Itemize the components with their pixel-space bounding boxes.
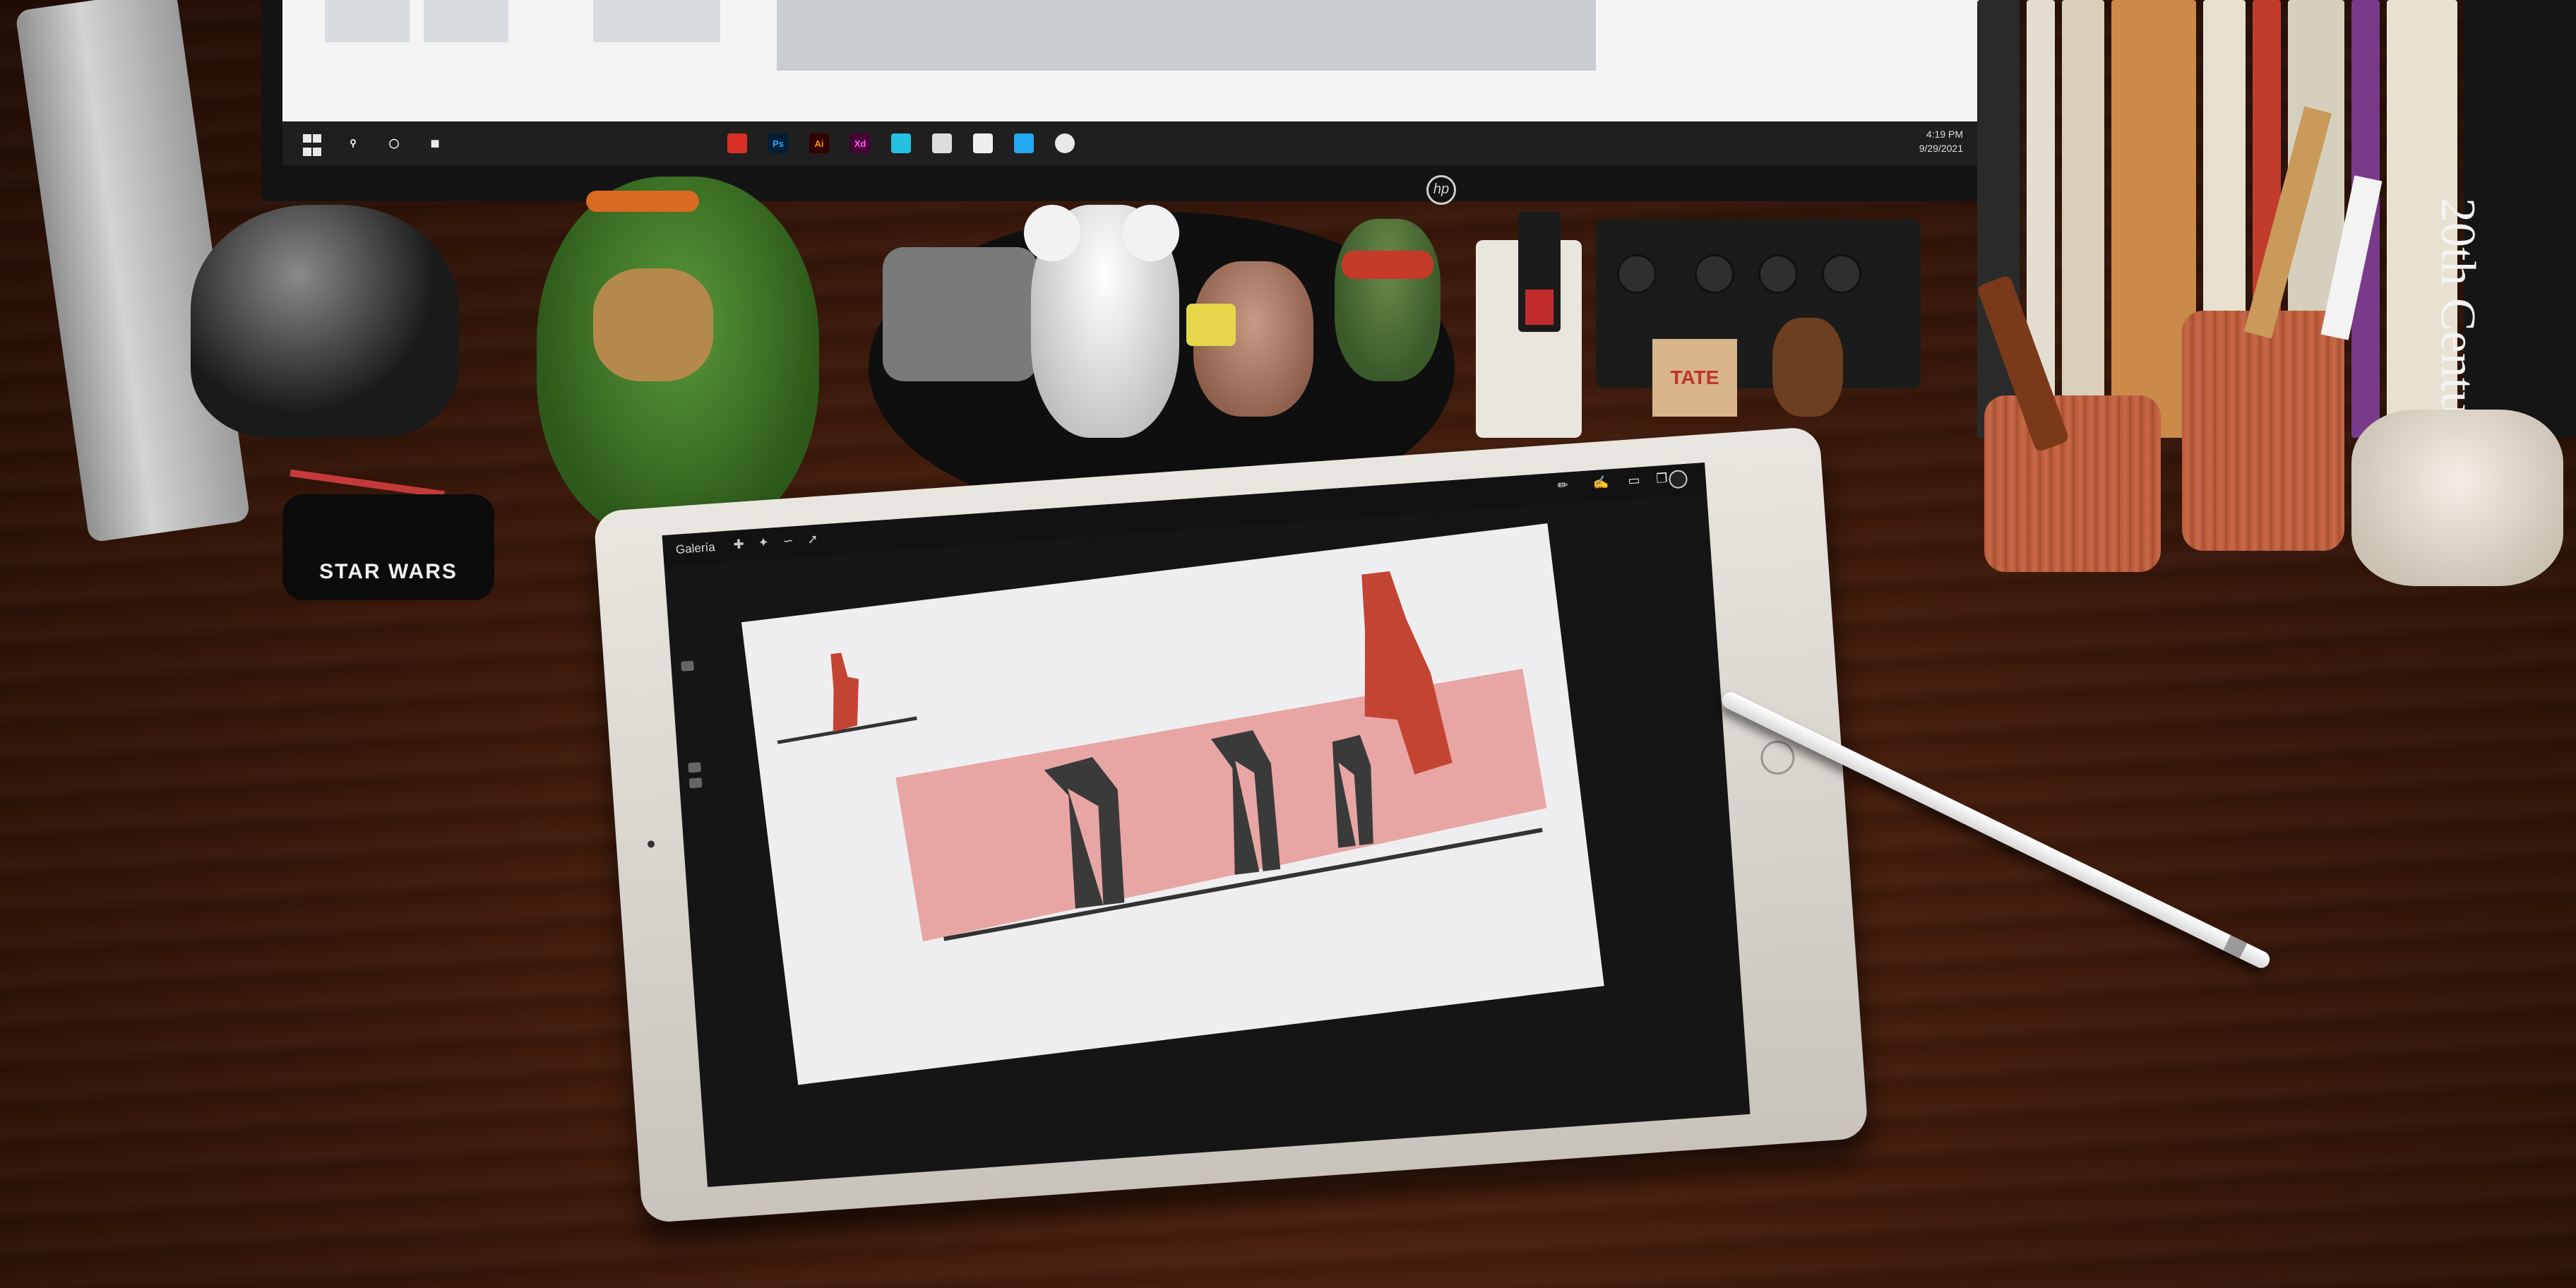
audio-dock bbox=[1596, 219, 1921, 388]
brush-size-slider[interactable] bbox=[681, 660, 695, 672]
wooden-ornament bbox=[1772, 318, 1843, 417]
darth-vader-figure bbox=[191, 205, 459, 438]
dock-knob bbox=[1695, 254, 1734, 294]
dock-knob bbox=[1822, 254, 1861, 294]
trooper-ear bbox=[1123, 205, 1179, 261]
small-figure bbox=[830, 652, 859, 732]
drawing-canvas[interactable] bbox=[741, 523, 1604, 1085]
file-icon[interactable] bbox=[932, 133, 952, 153]
tate-cube: TATE bbox=[1652, 339, 1737, 417]
pdf-icon[interactable] bbox=[727, 133, 747, 153]
pink-wash bbox=[895, 668, 1547, 942]
ipad: Galería ✚ ✦ ∽ ➚ ✏ ✍ ▭ ❐ bbox=[593, 426, 1869, 1224]
artwork bbox=[777, 571, 1547, 942]
screen-thumbnail bbox=[325, 0, 410, 42]
usb-label bbox=[1525, 290, 1554, 325]
smudge-icon[interactable]: ✍ bbox=[1592, 475, 1611, 494]
taskbar-time: 4:19 PM bbox=[1926, 129, 1963, 140]
wrench-icon[interactable]: ✚ bbox=[733, 537, 745, 552]
taskbar: ⚲ ◯ ▦ Ps Ai Xd 4:19 PM 9/29/2021 bbox=[282, 121, 1991, 165]
terracotta-cup bbox=[2182, 311, 2344, 551]
taskbar-date: 9/29/2021 bbox=[1919, 143, 1963, 154]
gallery-button[interactable]: Galería bbox=[675, 540, 715, 557]
home-button[interactable] bbox=[1759, 739, 1796, 776]
xd-icon[interactable]: Xd bbox=[850, 133, 870, 153]
search-icon[interactable]: ⚲ bbox=[343, 133, 363, 153]
dock-knob bbox=[1758, 254, 1798, 294]
illustrator-icon[interactable]: Ai bbox=[809, 133, 829, 153]
task-view-icon[interactable]: ▦ bbox=[425, 133, 445, 153]
color-swatch[interactable] bbox=[1668, 469, 1688, 489]
owl-mask bbox=[1342, 251, 1433, 279]
taskbar-clock[interactable]: 4:19 PM 9/29/2021 bbox=[1919, 127, 1963, 155]
marble-statue bbox=[2351, 410, 2563, 586]
transform-icon[interactable]: ➚ bbox=[807, 532, 819, 547]
owl-figure bbox=[1335, 219, 1441, 381]
screen-thumbnail bbox=[424, 0, 508, 42]
photoshop-icon[interactable]: Ps bbox=[768, 133, 788, 153]
tablet-screen: Galería ✚ ✦ ∽ ➚ ✏ ✍ ▭ ❐ bbox=[662, 463, 1751, 1188]
chrome-icon[interactable] bbox=[1055, 133, 1075, 153]
cortana-icon[interactable]: ◯ bbox=[384, 133, 404, 153]
adjustments-icon[interactable]: ✦ bbox=[758, 535, 770, 551]
vscode-icon[interactable] bbox=[1014, 133, 1034, 153]
hp-logo: hp bbox=[1426, 175, 1456, 205]
brush-icon[interactable]: ✏ bbox=[1557, 477, 1575, 496]
book bbox=[2062, 0, 2104, 438]
modify-button[interactable] bbox=[688, 762, 702, 773]
image-icon[interactable] bbox=[973, 133, 993, 153]
trooper-ear bbox=[1024, 205, 1080, 261]
terracotta-cup bbox=[1984, 395, 2161, 572]
turtle-shell bbox=[593, 268, 713, 381]
app-icon[interactable] bbox=[891, 133, 911, 153]
selection-icon[interactable]: ∽ bbox=[782, 533, 794, 549]
procreate-sidebar bbox=[676, 660, 708, 803]
monitor-screen bbox=[282, 0, 1991, 121]
eraser-icon[interactable]: ▭ bbox=[1628, 472, 1646, 491]
opacity-slider[interactable] bbox=[688, 777, 703, 789]
monitor: ⚲ ◯ ▦ Ps Ai Xd 4:19 PM 9/29/2021 hp bbox=[261, 0, 2012, 205]
et-phone bbox=[1186, 304, 1236, 346]
millennium-falcon-model bbox=[883, 247, 1038, 381]
screen-thumbnail bbox=[593, 0, 720, 42]
desk-scene: ⚲ ◯ ▦ Ps Ai Xd 4:19 PM 9/29/2021 hp STAR… bbox=[0, 0, 2576, 1288]
windows-start-icon[interactable] bbox=[302, 133, 322, 156]
turtle-mask bbox=[586, 191, 699, 212]
dock-knob bbox=[1617, 254, 1657, 294]
starwars-logo: STAR WARS bbox=[319, 560, 458, 583]
front-camera bbox=[647, 840, 655, 848]
screen-gray-panel bbox=[777, 0, 1596, 71]
